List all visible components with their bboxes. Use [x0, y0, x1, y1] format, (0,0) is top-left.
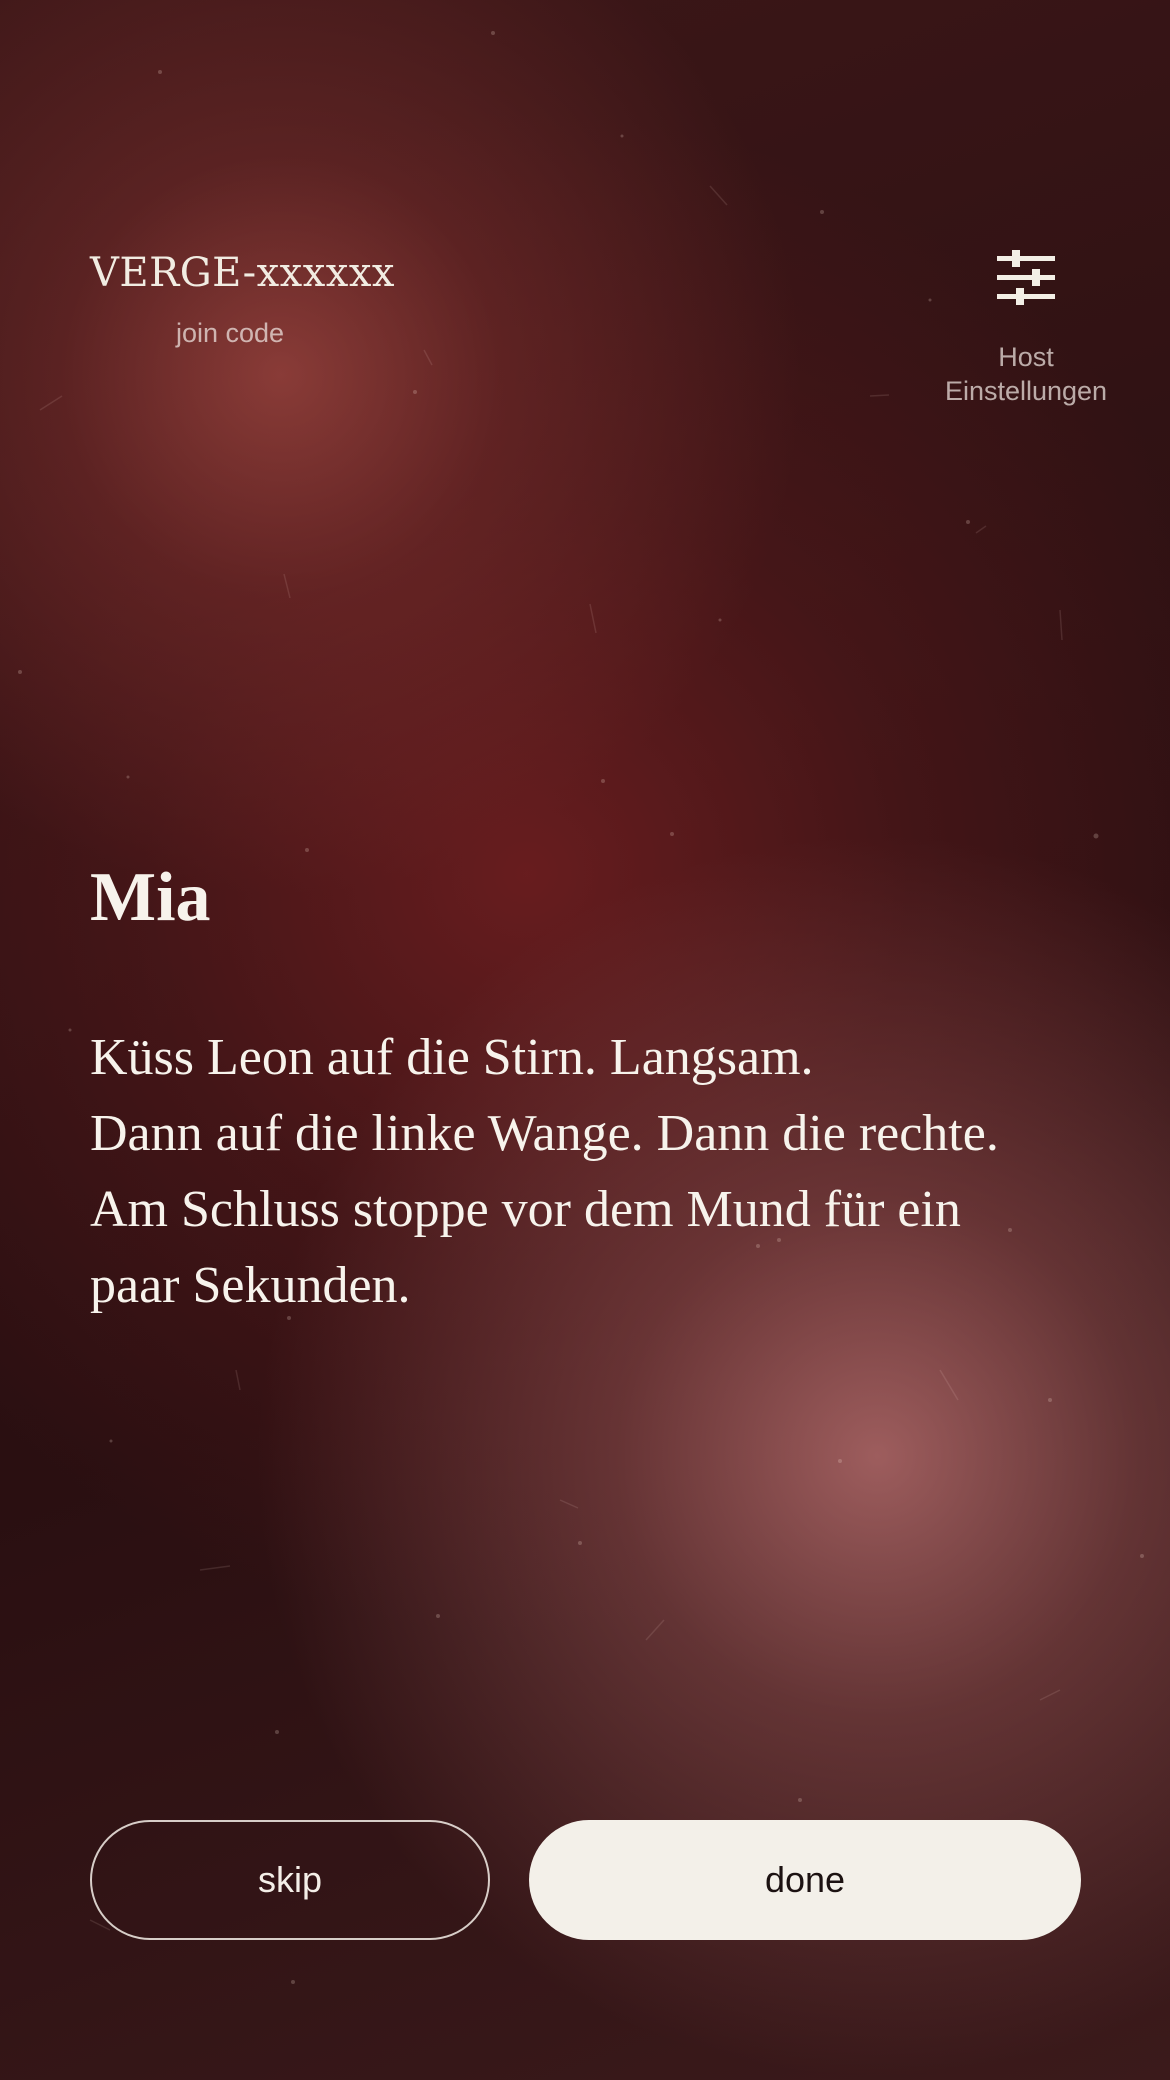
host-settings-label: Host Einstellungen	[916, 340, 1136, 408]
join-code: VERGE-xxxxxx	[90, 250, 395, 296]
join-code-label: join code	[175, 318, 285, 348]
dare-line: Am Schluss stoppe vor dem Mund für ein	[90, 1181, 961, 1238]
dare-line: Dann auf die linke Wange. Dann die recht…	[90, 1105, 999, 1162]
dare-line: paar Sekunden.	[90, 1257, 411, 1314]
dare-text: Küss Leon auf die Stirn. Langsam. Dann a…	[90, 1020, 1090, 1324]
host-settings-button[interactable]: Host Einstellungen	[916, 250, 1136, 408]
sliders-icon	[997, 250, 1055, 305]
skip-button[interactable]: skip	[90, 1820, 490, 1940]
player-name: Mia	[90, 859, 211, 936]
done-button[interactable]: done	[529, 1820, 1081, 1940]
host-label-line-2: Einstellungen	[944, 376, 1108, 406]
dare-line: Küss Leon auf die Stirn. Langsam.	[90, 1029, 814, 1086]
host-label-line-1: Host	[998, 342, 1054, 372]
join-code-block: VERGE-xxxxxx join code	[90, 250, 395, 349]
